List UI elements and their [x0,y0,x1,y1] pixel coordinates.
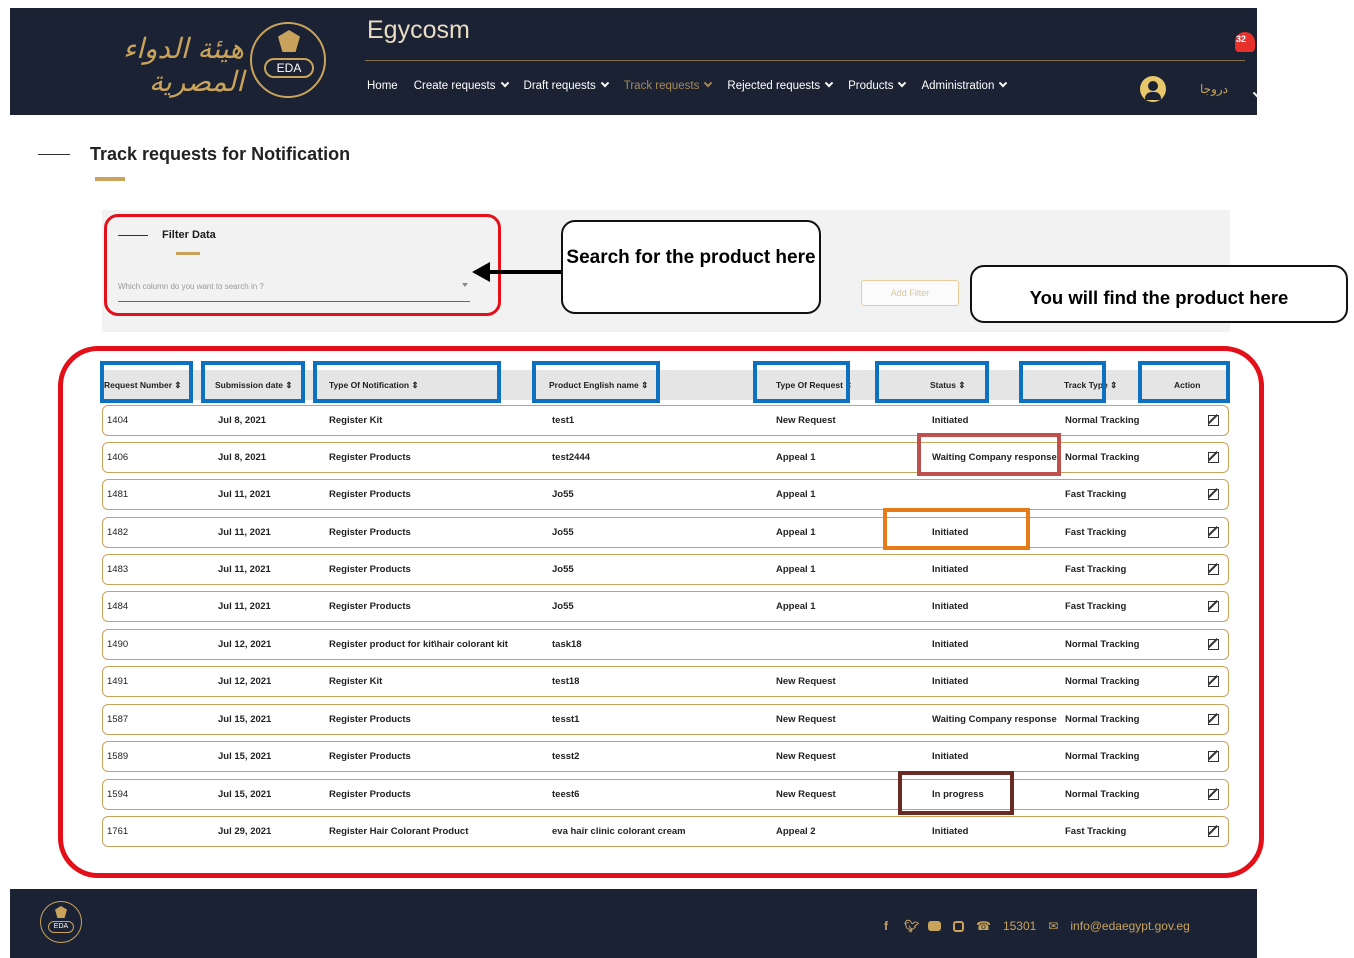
nav-item-label: Products [848,80,894,92]
filter-highlight-annotation [104,214,501,316]
email-address[interactable]: info@edaegypt.gov.eg [1070,919,1189,933]
youtube-icon[interactable] [928,921,941,931]
phone-icon: ☎︎ [976,919,991,933]
search-callout: Search for the product here [561,220,821,314]
eda-emblem-text: EDA [264,58,314,78]
title-accent-bar [95,177,125,181]
app-title[interactable]: Egycosm [367,16,470,45]
header-divider [365,60,1245,61]
title-decoration-line [38,154,70,155]
callout-arrow-shaft [488,270,562,274]
find-callout: You will find the product here [970,265,1348,323]
facebook-icon[interactable]: f [880,920,892,932]
callout-arrow-head [472,262,490,282]
instagram-icon[interactable] [953,920,964,932]
eagle-icon [278,30,300,52]
phone-number[interactable]: 15301 [1003,919,1036,933]
nav-item-administration[interactable]: Administration [921,78,1008,92]
app-header: هيئة الدواء المصرية EDA Egycosm Home Crea… [10,8,1262,115]
nav-item-label: Home [367,80,398,92]
eda-arabic-logo: هيئة الدواء المصرية [122,32,245,98]
nav-item-label: Draft requests [523,80,596,92]
chevron-down-icon [999,78,1008,88]
footer-eda-logo: EDA [40,901,82,943]
chevron-down-icon[interactable] [1248,86,1262,104]
notification-count-badge: 32 [1236,34,1247,44]
chevron-down-icon [600,78,609,88]
user-avatar-icon[interactable] [1140,76,1166,102]
chevron-down-icon [500,78,509,88]
nav-item-rejected-requests[interactable]: Rejected requests [727,78,834,92]
nav-item-label: Create requests [413,80,496,92]
email-icon: ✉︎ [1048,919,1059,933]
footer-emblem-text: EDA [48,921,74,933]
main-nav: Home Create requests Draft requests Track r… [367,78,1022,92]
nav-item-draft-requests[interactable]: Draft requests [523,78,609,92]
nav-item-label: Track requests [623,80,700,92]
nav-item-create-requests[interactable]: Create requests [413,78,509,92]
notification-bell-icon[interactable]: 32 [1232,28,1258,58]
nav-item-products[interactable]: Products [848,78,907,92]
twitter-icon[interactable]: 🐦︎ [904,920,919,932]
page-title: Track requests for Notification [90,144,351,164]
eagle-icon [55,906,67,918]
app-footer: EDA f 🐦︎ ☎︎ 15301 ✉︎ info@edaegypt.gov.e… [10,889,1257,958]
add-filter-button[interactable]: Add Filter [861,280,959,306]
nav-item-home[interactable]: Home [367,80,398,92]
chevron-down-icon [898,78,907,88]
language-switch[interactable]: دروجا [1200,82,1228,96]
chevron-down-icon [704,78,713,88]
nav-item-track-requests[interactable]: Track requests [623,78,713,92]
eda-emblem-logo: EDA [250,22,326,98]
chevron-down-icon [824,78,834,88]
nav-item-label: Administration [921,80,995,92]
nav-item-label: Rejected requests [727,80,821,92]
table-highlight-annotation [58,346,1264,878]
footer-contact: f 🐦︎ ☎︎ 15301 ✉︎ info@edaegypt.gov.eg [880,919,1190,933]
